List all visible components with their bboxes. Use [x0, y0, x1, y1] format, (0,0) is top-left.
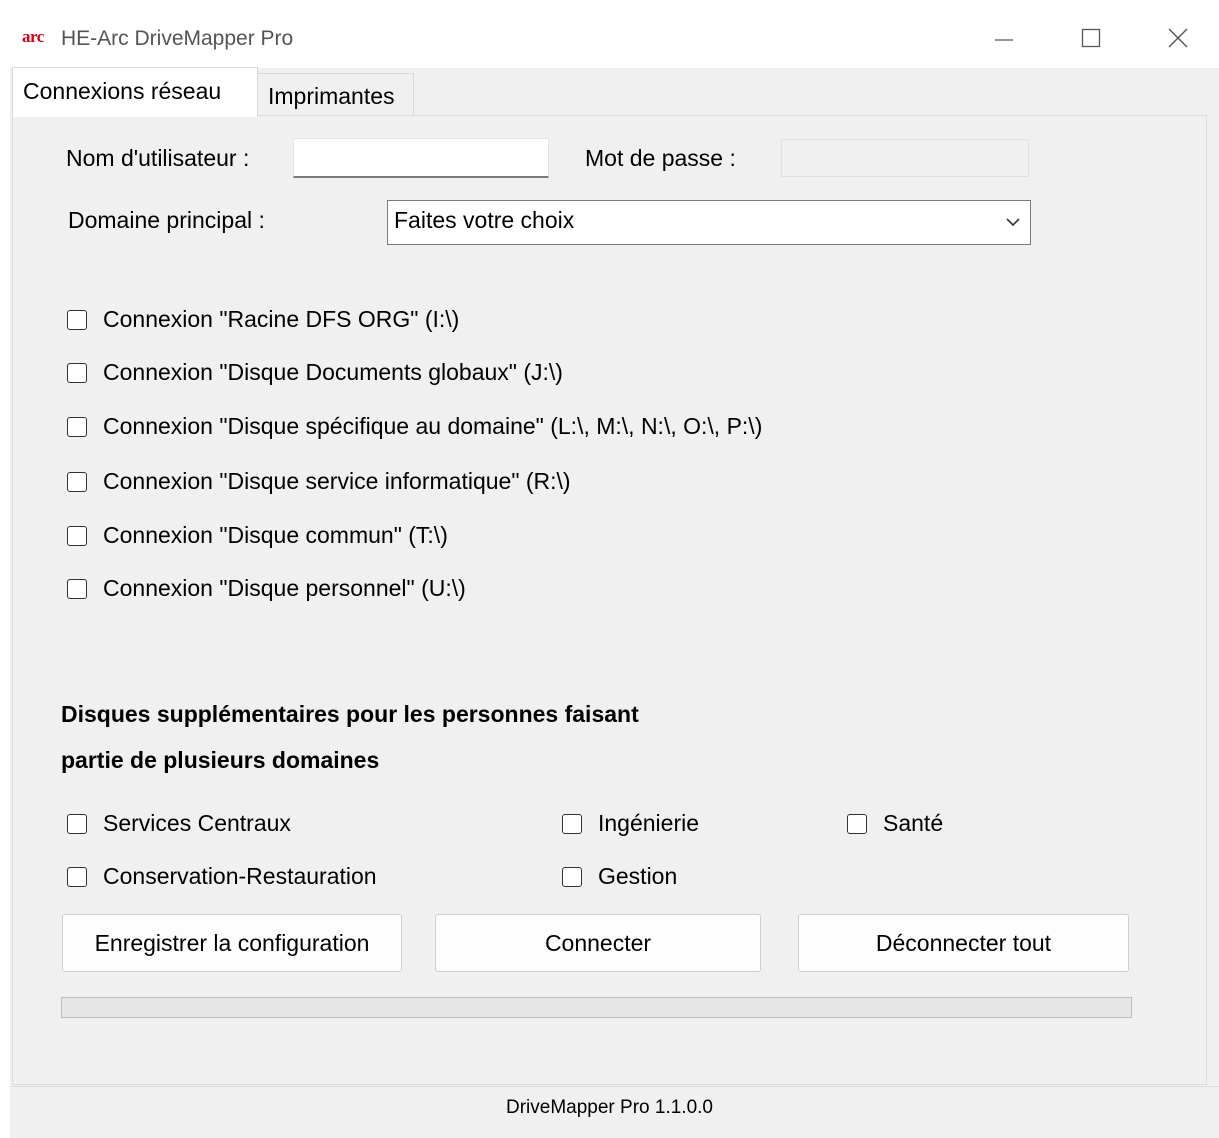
- extra-drives-title-line2: partie de plusieurs domaines: [61, 747, 380, 773]
- checkbox-icon[interactable]: [562, 813, 582, 834]
- minimize-button[interactable]: [962, 14, 1046, 62]
- checkbox-icon[interactable]: [67, 525, 87, 546]
- password-field[interactable]: [781, 139, 1029, 177]
- domain-checkbox-label: Services Centraux: [103, 810, 291, 836]
- connection-label: Connexion "Disque Documents globaux" (J:…: [103, 359, 563, 385]
- connection-label: Connexion "Disque personnel" (U:\): [103, 575, 466, 601]
- domain-checkbox-label: Santé: [883, 810, 944, 836]
- username-field[interactable]: [293, 138, 549, 178]
- maximize-icon: [1081, 28, 1101, 48]
- checkbox-icon[interactable]: [67, 362, 87, 383]
- tab-imprimantes[interactable]: Imprimantes: [257, 73, 414, 115]
- extra-drives-title: Disques supplémentaires pour les personn…: [61, 691, 781, 783]
- checkbox-icon[interactable]: [67, 813, 87, 834]
- close-button[interactable]: [1136, 14, 1219, 62]
- domain-checkbox-label: Conservation-Restauration: [103, 863, 377, 889]
- window-title: HE-Arc DriveMapper Pro: [61, 27, 294, 50]
- minimize-icon: [995, 39, 1013, 41]
- domain-checkbox-ingenierie[interactable]: Ingénierie: [562, 810, 699, 837]
- progress-bar: [61, 997, 1132, 1018]
- connection-checkbox-i[interactable]: Connexion "Racine DFS ORG" (I:\): [67, 306, 459, 333]
- save-configuration-button[interactable]: Enregistrer la configuration: [62, 914, 402, 972]
- domain-checkbox-conservation-restauration[interactable]: Conservation-Restauration: [67, 863, 377, 890]
- disconnect-all-button[interactable]: Déconnecter tout: [798, 914, 1129, 972]
- connection-label: Connexion "Disque spécifique au domaine"…: [103, 413, 763, 439]
- tab-connexions-reseau[interactable]: Connexions réseau: [12, 67, 258, 117]
- domain-select-value: Faites votre choix: [394, 207, 575, 233]
- connection-label: Connexion "Disque service informatique" …: [103, 468, 571, 494]
- connection-label: Connexion "Disque commun" (T:\): [103, 522, 448, 548]
- connection-checkbox-domain[interactable]: Connexion "Disque spécifique au domaine"…: [67, 413, 762, 440]
- domain-select[interactable]: Faites votre choix: [387, 200, 1031, 245]
- domain-checkbox-services-centraux[interactable]: Services Centraux: [67, 810, 291, 837]
- maximize-button[interactable]: [1049, 14, 1133, 62]
- domain-checkbox-label: Gestion: [598, 863, 678, 889]
- domain-checkbox-label: Ingénierie: [598, 810, 700, 836]
- connection-checkbox-u[interactable]: Connexion "Disque personnel" (U:\): [67, 575, 466, 602]
- connection-label: Connexion "Racine DFS ORG" (I:\): [103, 306, 460, 332]
- extra-drives-title-line1: Disques supplémentaires pour les personn…: [61, 701, 639, 727]
- app-logo-icon: arc: [22, 27, 44, 46]
- checkbox-icon[interactable]: [67, 578, 87, 599]
- username-label: Nom d'utilisateur :: [66, 145, 250, 171]
- checkbox-icon[interactable]: [847, 813, 867, 834]
- connection-checkbox-r[interactable]: Connexion "Disque service informatique" …: [67, 468, 571, 495]
- password-label: Mot de passe :: [585, 145, 736, 171]
- checkbox-icon[interactable]: [67, 471, 87, 492]
- connection-checkbox-j[interactable]: Connexion "Disque Documents globaux" (J:…: [67, 359, 563, 386]
- domain-checkbox-gestion[interactable]: Gestion: [562, 863, 677, 890]
- status-text: DriveMapper Pro 1.1.0.0: [506, 1097, 713, 1118]
- checkbox-icon[interactable]: [562, 866, 582, 887]
- connect-button[interactable]: Connecter: [435, 914, 761, 972]
- connection-checkbox-t[interactable]: Connexion "Disque commun" (T:\): [67, 522, 448, 549]
- chevron-down-icon: [1006, 218, 1020, 227]
- domain-checkbox-sante[interactable]: Santé: [847, 810, 943, 837]
- close-icon: [1168, 28, 1188, 48]
- checkbox-icon[interactable]: [67, 866, 87, 887]
- checkbox-icon[interactable]: [67, 416, 87, 437]
- domain-label: Domaine principal :: [68, 207, 265, 233]
- checkbox-icon[interactable]: [67, 309, 87, 330]
